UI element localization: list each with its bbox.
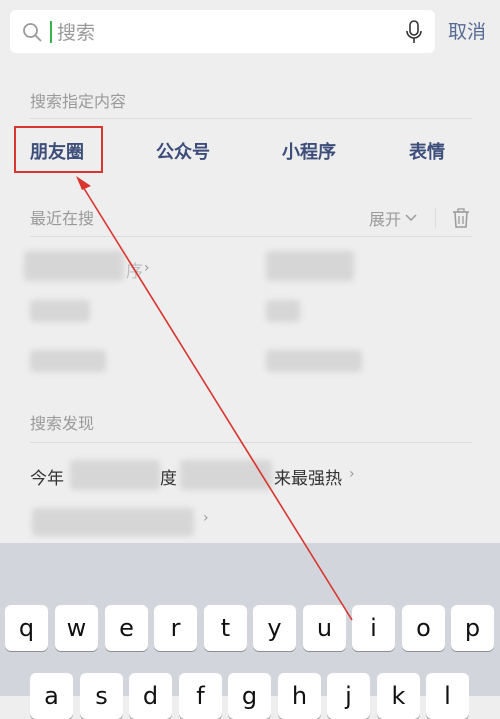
key-u[interactable]: u (303, 605, 346, 651)
key-w[interactable]: w (55, 605, 98, 651)
key-y[interactable]: y (253, 605, 296, 651)
key-l[interactable]: l (426, 673, 469, 719)
expand-button[interactable]: 展开 (369, 206, 417, 230)
text-caret (50, 21, 52, 43)
recent-item-blurred[interactable] (30, 300, 90, 322)
recent-item-fragment: 序 (126, 262, 143, 282)
vertical-divider (435, 208, 436, 228)
discover-item-blurred (180, 460, 272, 490)
divider (30, 118, 472, 119)
chevron-right-icon: › (203, 510, 209, 526)
key-p[interactable]: p (451, 605, 494, 651)
key-s[interactable]: s (80, 673, 123, 719)
key-o[interactable]: o (402, 605, 445, 651)
search-bar[interactable] (10, 10, 435, 55)
key-t[interactable]: t (204, 605, 247, 651)
cancel-button[interactable]: 取消 (448, 17, 486, 44)
chevron-right-icon: › (349, 466, 355, 482)
key-k[interactable]: k (377, 673, 420, 719)
expand-label: 展开 (368, 210, 401, 229)
trash-icon[interactable] (452, 208, 470, 228)
key-g[interactable]: g (228, 673, 271, 719)
chevron-down-icon (405, 214, 417, 222)
category-stickers[interactable]: 表情 (382, 138, 472, 164)
keyboard: q w e r t y u i o p a s d f g h j k l (0, 543, 500, 719)
discover-item-text: 度 (160, 469, 177, 489)
recent-item-blurred[interactable] (30, 350, 106, 372)
discover-item-blurred (70, 460, 160, 490)
discover-item-text: 来最强热 (274, 469, 342, 489)
recent-item-blurred[interactable] (24, 251, 124, 281)
discover-item-text[interactable]: 今年 (30, 464, 64, 489)
chevron-right-icon: › (144, 260, 150, 276)
specified-section-title: 搜索指定内容 (30, 92, 127, 111)
key-a[interactable]: a (30, 673, 73, 719)
discover-section-title: 搜索发现 (30, 414, 95, 433)
recent-section-title: 最近在搜 (30, 209, 95, 228)
recent-item-blurred[interactable] (266, 251, 354, 281)
highlight-box (14, 126, 103, 173)
key-j[interactable]: j (327, 673, 370, 719)
search-icon (23, 23, 42, 42)
recent-item-blurred[interactable] (266, 300, 300, 322)
category-mini-programs[interactable]: 小程序 (264, 138, 354, 164)
microphone-icon[interactable] (405, 20, 423, 44)
search-input[interactable] (55, 10, 379, 55)
key-i[interactable]: i (352, 605, 395, 651)
key-h[interactable]: h (278, 673, 321, 719)
recent-tools: 展开 (369, 206, 470, 230)
divider (30, 442, 472, 443)
key-f[interactable]: f (179, 673, 222, 719)
key-q[interactable]: q (5, 605, 48, 651)
recent-item-blurred[interactable] (266, 350, 362, 372)
divider (30, 236, 472, 237)
key-r[interactable]: r (154, 605, 197, 651)
discover-item-blurred[interactable] (32, 508, 194, 536)
key-e[interactable]: e (105, 605, 148, 651)
key-d[interactable]: d (129, 673, 172, 719)
category-official-accounts[interactable]: 公众号 (138, 138, 228, 164)
